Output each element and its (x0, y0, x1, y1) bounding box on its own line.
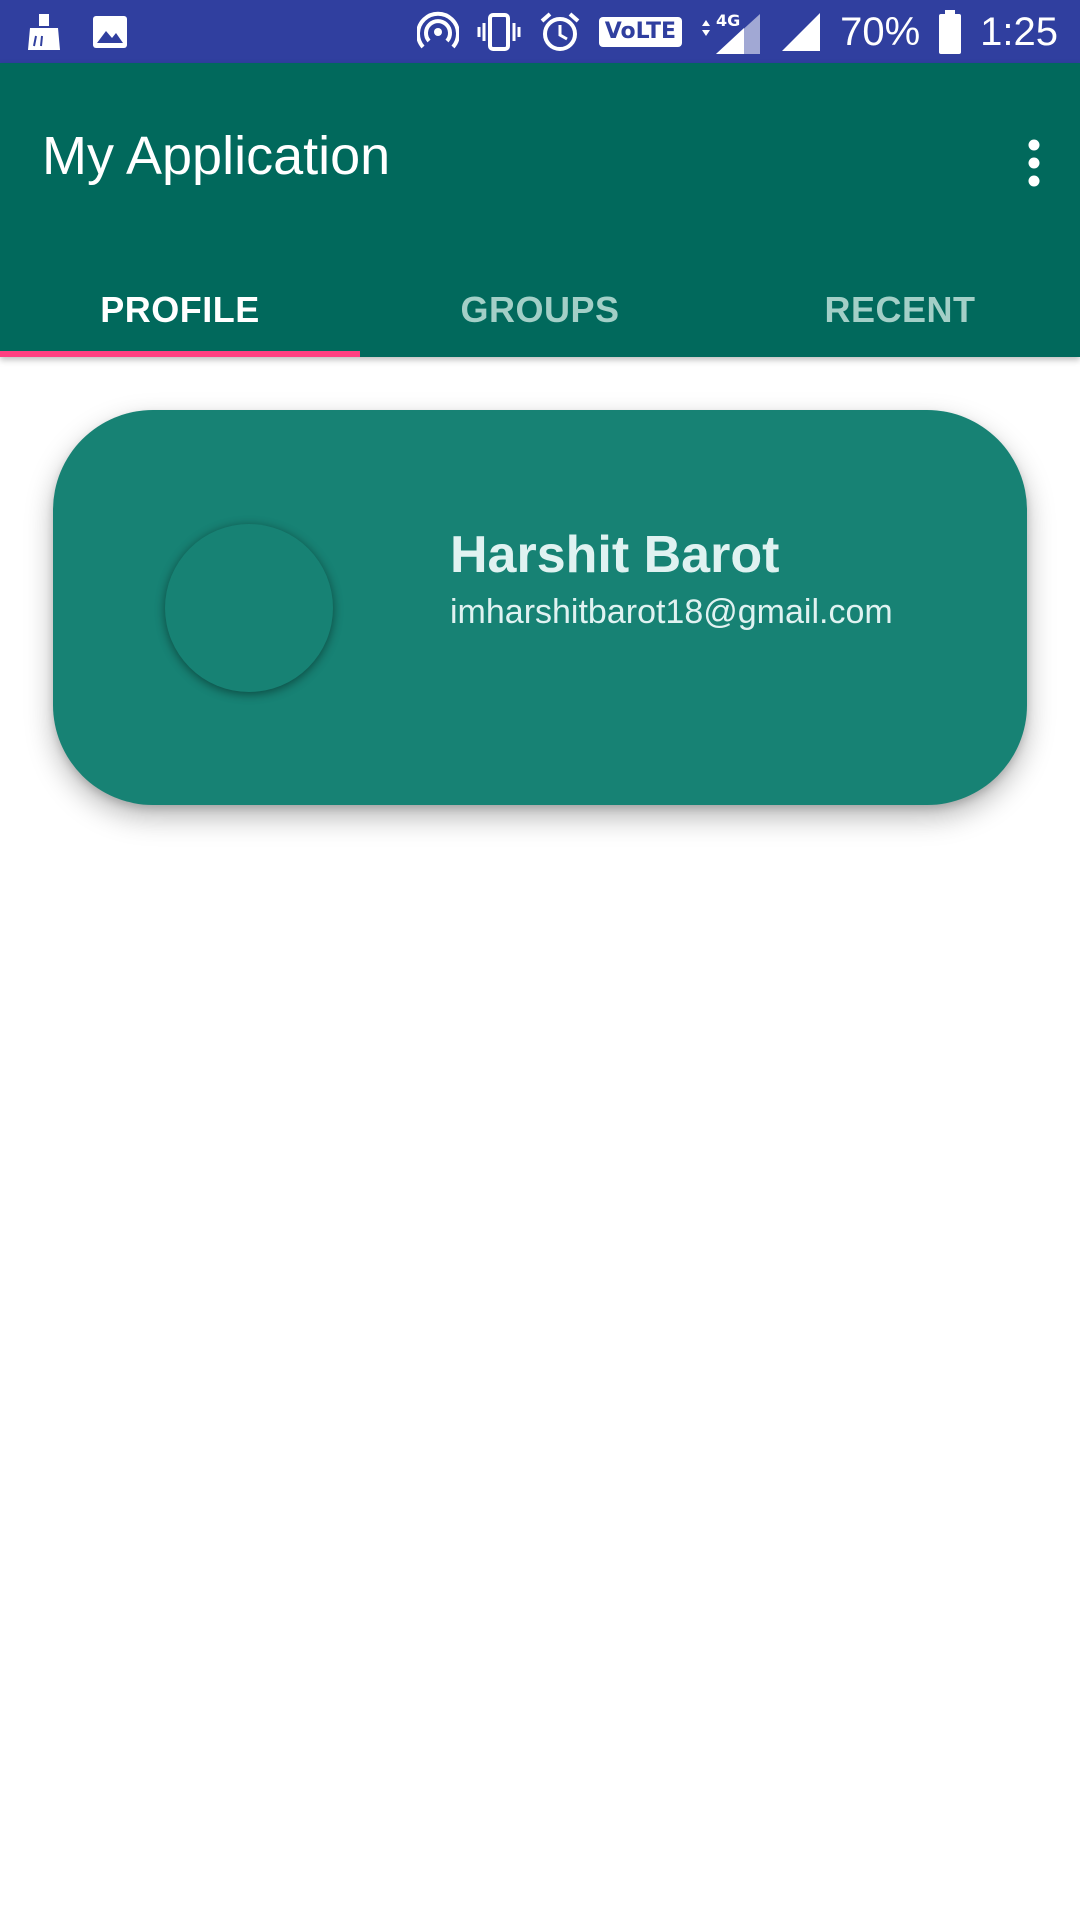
tab-bar: PROFILE GROUPS RECENT (0, 263, 1080, 357)
network-type-label: 4G (716, 11, 740, 30)
volte-icon: VoLTE (598, 17, 683, 47)
overflow-menu-button[interactable] (1004, 123, 1064, 203)
vibrate-icon (477, 11, 521, 53)
app-bar: My Application PROFILE GROUPS RECENT (0, 63, 1080, 357)
tab-recent[interactable]: RECENT (720, 263, 1080, 357)
cleaner-icon (26, 12, 62, 52)
signal-4g-icon: 4G (700, 10, 762, 54)
avatar[interactable] (165, 524, 333, 692)
battery-percent: 70% (840, 9, 921, 54)
app-title: My Application (42, 126, 391, 186)
profile-card[interactable]: Harshit Barot imharshitbarot18@gmail.com (53, 410, 1027, 805)
battery-icon (938, 10, 962, 54)
alarm-icon (539, 11, 581, 53)
signal-icon (780, 11, 822, 53)
profile-email: imharshitbarot18@gmail.com (450, 593, 893, 631)
image-icon (92, 15, 128, 49)
hotspot-icon (416, 11, 459, 53)
tab-profile[interactable]: PROFILE (0, 263, 360, 357)
status-bar: VoLTE 4G 70% 1:25 (0, 0, 1080, 63)
more-vert-icon (1028, 139, 1040, 187)
clock: 1:25 (980, 9, 1058, 54)
tab-groups[interactable]: GROUPS (360, 263, 720, 357)
profile-name: Harshit Barot (450, 526, 780, 584)
